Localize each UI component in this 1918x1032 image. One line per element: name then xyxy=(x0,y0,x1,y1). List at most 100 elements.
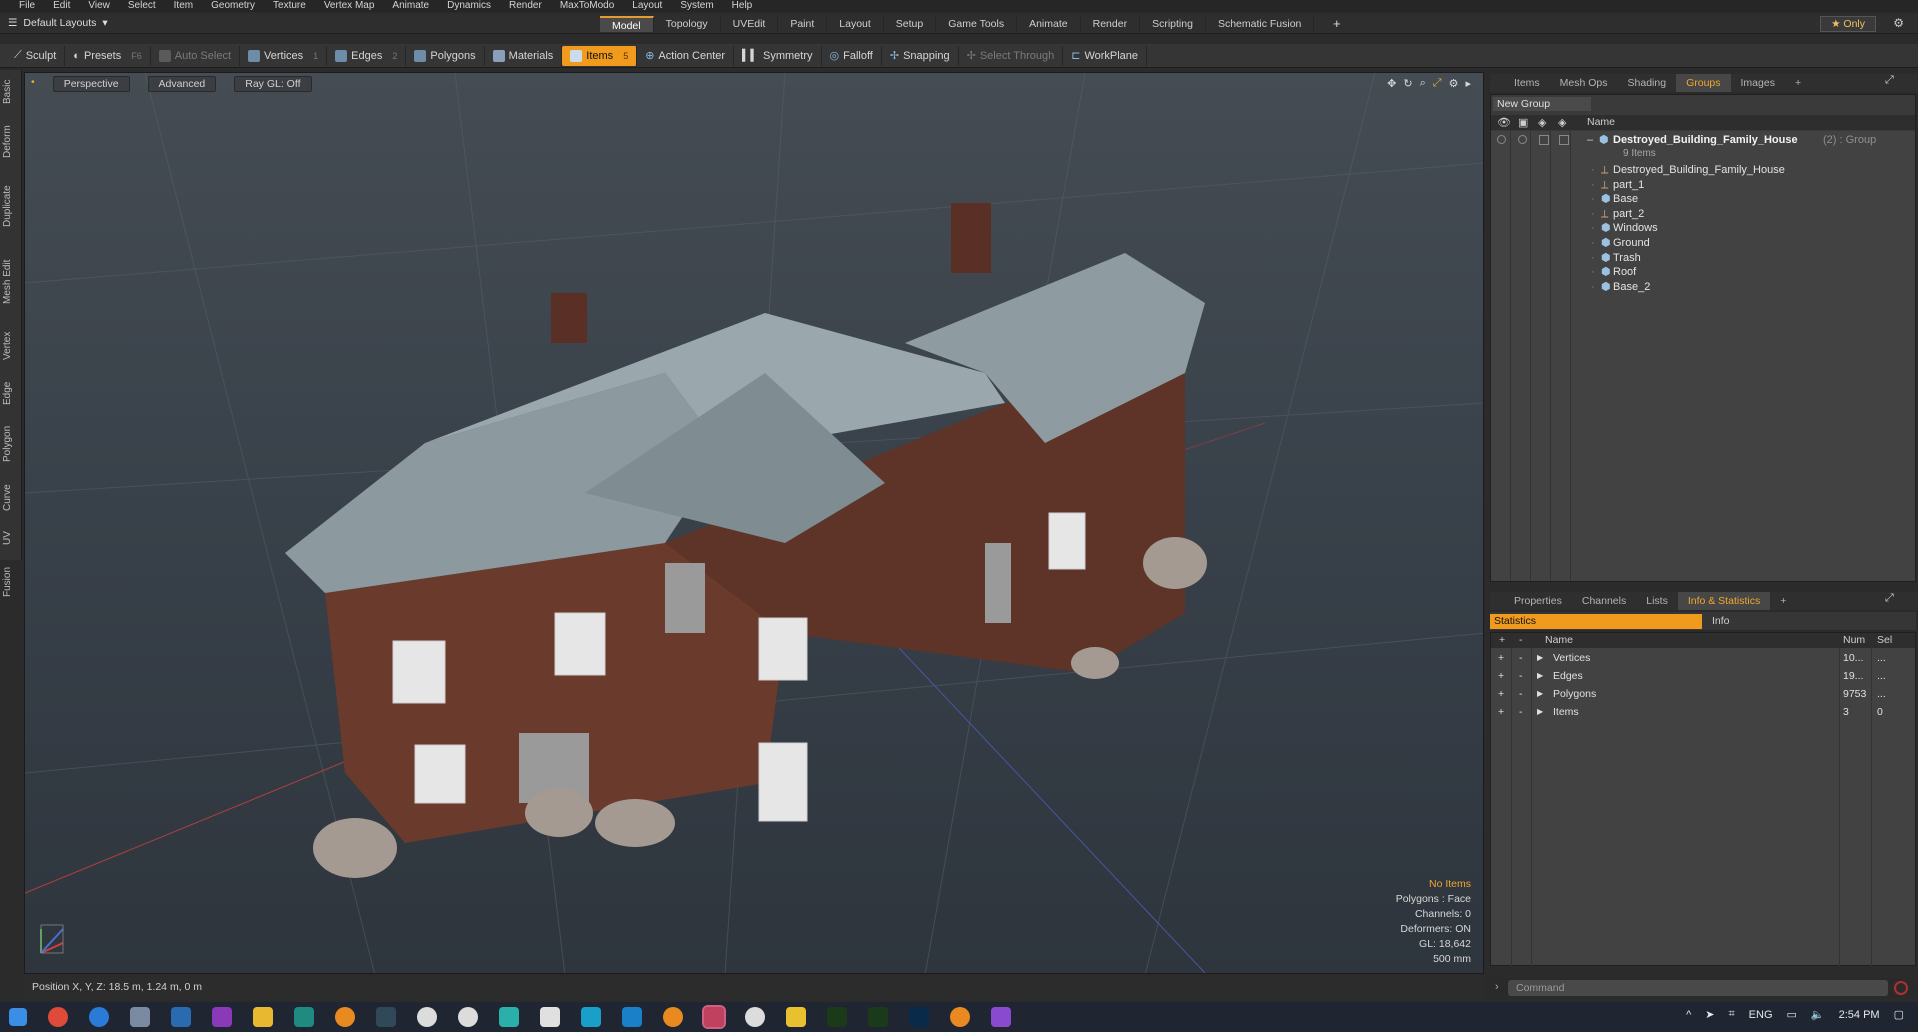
items-button[interactable]: Items 5 xyxy=(562,45,638,66)
info-panel-tab[interactable]: Properties xyxy=(1504,592,1572,610)
group-member-row[interactable]: · ⬢ Base_2 xyxy=(1491,278,1915,296)
add-stat-icon[interactable]: + xyxy=(1498,685,1504,703)
action-center-button[interactable]: ⊕ Action Center xyxy=(637,45,735,66)
remove-stat-icon[interactable]: - xyxy=(1519,667,1523,685)
lock-toggle[interactable] xyxy=(1518,135,1527,144)
visibility-toggle[interactable] xyxy=(1497,135,1506,144)
maya-icon[interactable] xyxy=(499,1007,519,1027)
cinema4d-icon[interactable] xyxy=(417,1007,437,1027)
painter-icon[interactable] xyxy=(827,1007,847,1027)
expand-panel-icon[interactable]: ⤢ xyxy=(1885,74,1894,87)
expand-arrow-icon[interactable]: ▶ xyxy=(1537,667,1543,685)
left-tab[interactable]: Edge xyxy=(2,375,20,411)
fit-view-icon[interactable]: ⤢ xyxy=(1433,77,1442,90)
edge-icon[interactable] xyxy=(89,1007,109,1027)
right-panel-tab[interactable]: Shading xyxy=(1618,74,1677,92)
left-tab[interactable]: Duplicate xyxy=(2,171,20,242)
menu-item[interactable]: Edit xyxy=(44,0,79,12)
right-panel-tab[interactable]: Groups xyxy=(1676,74,1731,92)
gear-icon[interactable]: ⚙ xyxy=(1893,16,1904,30)
edges-button[interactable]: Edges 2 xyxy=(327,45,407,66)
expand-arrow-icon[interactable]: ▶ xyxy=(1537,685,1543,703)
left-tab[interactable]: Vertex xyxy=(2,321,20,371)
menu-item[interactable]: System xyxy=(671,0,722,12)
polygons-button[interactable]: Polygons xyxy=(406,45,485,66)
lang-indicator[interactable]: ENG xyxy=(1749,1009,1773,1021)
sculpt-button[interactable]: ⟋ Sculpt xyxy=(6,45,66,66)
layout-tab[interactable]: Schematic Fusion xyxy=(1206,16,1315,32)
layout-tab[interactable]: Setup xyxy=(884,16,937,32)
rotate-view-icon[interactable]: ↻ xyxy=(1403,77,1412,90)
info-panel-tab[interactable]: Info & Statistics xyxy=(1677,592,1771,610)
windows-start-icon[interactable] xyxy=(9,1008,27,1026)
steam-icon[interactable] xyxy=(171,1007,191,1027)
select-toggle[interactable] xyxy=(1559,135,1569,145)
render-toggle[interactable] xyxy=(1539,135,1549,145)
terminal-icon[interactable] xyxy=(294,1007,314,1027)
visual-studio-icon[interactable] xyxy=(991,1007,1011,1027)
snapping-button[interactable]: ✢ Snapping xyxy=(882,45,959,66)
stats-row[interactable]: + - ▶ Edges 19...... xyxy=(1491,667,1915,685)
menu-item[interactable]: Layout xyxy=(623,0,671,12)
add-tab-icon[interactable]: + xyxy=(1333,16,1341,31)
menu-item[interactable]: Item xyxy=(165,0,202,12)
left-tab[interactable]: Fusion xyxy=(2,557,20,607)
remove-stat-icon[interactable]: - xyxy=(1519,703,1523,721)
app-icon[interactable] xyxy=(376,1007,396,1027)
clock[interactable]: 2:54 PM xyxy=(1839,1009,1880,1021)
cinema4d-icon-2[interactable] xyxy=(458,1007,478,1027)
left-tab[interactable]: Mesh Edit xyxy=(2,246,20,317)
blender-icon-2[interactable] xyxy=(663,1007,683,1027)
remove-stat-icon[interactable]: - xyxy=(1519,649,1523,667)
right-panel-tab[interactable]: Images xyxy=(1731,74,1785,92)
menu-item[interactable]: Dynamics xyxy=(438,0,500,12)
auto-select-button[interactable]: Auto Select xyxy=(151,45,241,66)
add-stat-icon[interactable]: + xyxy=(1498,667,1504,685)
select-through-button[interactable]: ✢ Select Through xyxy=(959,45,1064,66)
layout-tab[interactable]: Scripting xyxy=(1140,16,1206,32)
statistics-tab[interactable]: Statistics xyxy=(1490,614,1702,629)
folder-icon[interactable] xyxy=(253,1007,273,1027)
notepad-icon[interactable] xyxy=(540,1007,560,1027)
stats-row[interactable]: + - ▶ Polygons 9753... xyxy=(1491,685,1915,703)
menu-item[interactable]: Texture xyxy=(264,0,315,12)
left-tab[interactable]: Polygon xyxy=(2,415,20,472)
add-tab-icon[interactable]: + xyxy=(1770,592,1796,610)
viewport-expand-icon[interactable]: ▸ xyxy=(1465,77,1471,90)
layout-tab[interactable]: Topology xyxy=(654,16,721,32)
falloff-button[interactable]: ◎ Falloff xyxy=(822,45,882,66)
layout-dropdown[interactable]: ☰ Default Layouts ▾ xyxy=(8,17,108,29)
expand-arrow-icon[interactable]: ▶ xyxy=(1537,703,1543,721)
designer-icon[interactable] xyxy=(868,1007,888,1027)
workplane-button[interactable]: ⊏ WorkPlane xyxy=(1063,45,1148,66)
layout-tab[interactable]: UVEdit xyxy=(721,16,779,32)
new-group-button[interactable]: New Group xyxy=(1493,97,1591,111)
modo-icon[interactable] xyxy=(702,1005,726,1029)
menu-item[interactable]: Animate xyxy=(383,0,438,12)
stop-icon[interactable] xyxy=(1894,981,1908,995)
raygl-toggle[interactable]: Ray GL: Off xyxy=(234,76,312,92)
menu-item[interactable]: File xyxy=(10,0,44,12)
right-panel-tab[interactable]: Mesh Ops xyxy=(1550,74,1618,92)
viewport-settings-icon[interactable]: ⚙ xyxy=(1449,77,1459,90)
menu-item[interactable]: Geometry xyxy=(202,0,264,12)
info-panel-tab[interactable]: Channels xyxy=(1572,592,1636,610)
add-tab-icon[interactable]: + xyxy=(1785,74,1811,92)
photoshop-icon[interactable] xyxy=(909,1007,929,1027)
layout-tab[interactable]: Animate xyxy=(1017,16,1081,32)
symmetry-button[interactable]: ▍▍ Symmetry xyxy=(734,45,822,66)
zoom-icon[interactable]: ⌕ xyxy=(1420,77,1426,90)
materials-button[interactable]: Materials xyxy=(485,45,563,66)
3d-viewport[interactable]: • Perspective Advanced Ray GL: Off ✥ ↻ ⌕… xyxy=(24,72,1484,974)
only-button[interactable]: ★ Only xyxy=(1820,16,1876,32)
chrome-icon[interactable] xyxy=(48,1007,68,1027)
folder-icon-2[interactable] xyxy=(786,1007,806,1027)
cinema4d-icon-3[interactable] xyxy=(745,1007,765,1027)
menu-item[interactable]: Help xyxy=(723,0,762,12)
info-panel-tab[interactable]: Lists xyxy=(1636,592,1678,610)
layout-tab[interactable]: Game Tools xyxy=(936,16,1018,32)
add-stat-icon[interactable]: + xyxy=(1498,649,1504,667)
volume-icon[interactable]: 🔈 xyxy=(1811,1008,1825,1021)
chevron-up-icon[interactable]: ^ xyxy=(1686,1009,1691,1021)
onenote-icon[interactable] xyxy=(212,1007,232,1027)
